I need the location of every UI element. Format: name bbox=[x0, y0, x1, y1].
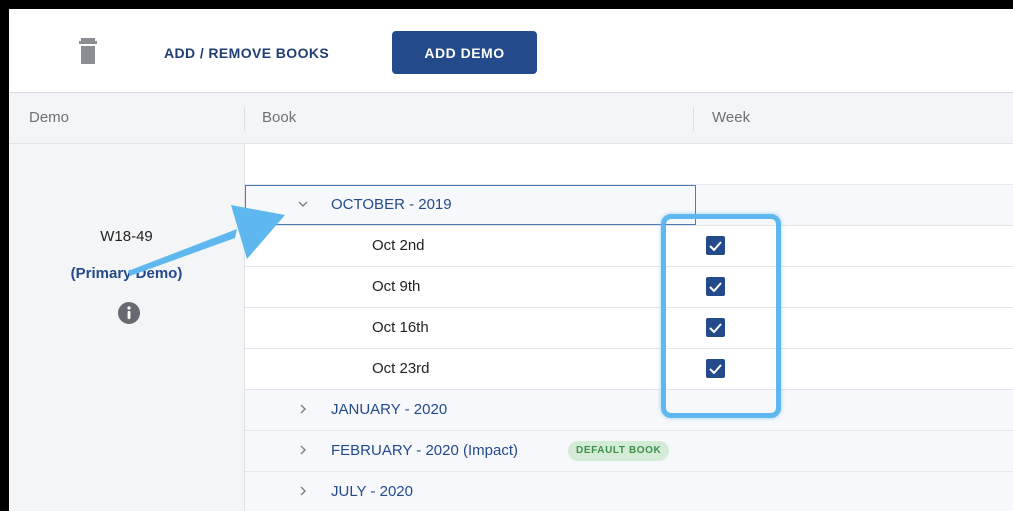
week-label: Oct 9th bbox=[372, 278, 421, 295]
book-group-row[interactable]: JULY - 2020 bbox=[245, 472, 1013, 511]
week-checkbox[interactable] bbox=[706, 236, 725, 255]
week-checkbox[interactable] bbox=[706, 359, 725, 378]
toolbar: ADD / REMOVE BOOKS ADD DEMO bbox=[9, 9, 1013, 93]
week-row: Oct 23rd bbox=[245, 349, 1013, 390]
week-label: Oct 2nd bbox=[372, 237, 425, 254]
chevron-right-icon[interactable] bbox=[297, 444, 309, 456]
column-header-week[interactable]: Week bbox=[712, 109, 750, 126]
chevron-down-icon[interactable] bbox=[297, 198, 309, 210]
checkmark-icon bbox=[709, 281, 722, 292]
chevron-right-icon[interactable] bbox=[297, 485, 309, 497]
demo-name: W18-49 bbox=[100, 228, 153, 245]
week-label: Oct 16th bbox=[372, 319, 429, 336]
checkmark-icon bbox=[709, 322, 722, 333]
week-row: Oct 2nd bbox=[245, 226, 1013, 267]
book-group-label: OCTOBER - 2019 bbox=[331, 196, 452, 213]
column-divider bbox=[244, 107, 245, 131]
week-row: Oct 16th bbox=[245, 308, 1013, 349]
week-checkbox[interactable] bbox=[706, 277, 725, 296]
week-row: Oct 9th bbox=[245, 267, 1013, 308]
demo-cell: W18-49 (Primary Demo) bbox=[9, 144, 245, 511]
book-group-row[interactable]: OCTOBER - 2019 bbox=[245, 185, 1013, 226]
book-group-label: JANUARY - 2020 bbox=[331, 401, 448, 418]
column-header-book[interactable]: Book bbox=[262, 109, 296, 126]
default-book-badge: DEFAULT BOOK bbox=[568, 441, 670, 461]
book-group-label: FEBRUARY - 2020 (Impact) bbox=[331, 442, 519, 459]
column-divider bbox=[693, 107, 694, 131]
book-group-label: JULY - 2020 bbox=[331, 483, 413, 500]
week-label: Oct 23rd bbox=[372, 360, 430, 377]
trash-icon[interactable] bbox=[79, 38, 97, 64]
week-checkbox[interactable] bbox=[706, 318, 725, 337]
checkmark-icon bbox=[709, 240, 722, 251]
column-header-demo[interactable]: Demo bbox=[29, 109, 69, 126]
spacer-row bbox=[245, 144, 1013, 185]
add-remove-books-button[interactable]: ADD / REMOVE BOOKS bbox=[164, 41, 329, 65]
info-icon[interactable] bbox=[118, 302, 140, 324]
table-header: Demo Book Week bbox=[9, 93, 1013, 144]
app-frame: ADD / REMOVE BOOKS ADD DEMO Demo Book We… bbox=[9, 9, 1013, 511]
add-demo-button[interactable]: ADD DEMO bbox=[392, 31, 537, 74]
book-group-row[interactable]: FEBRUARY - 2020 (Impact) DEFAULT BOOK bbox=[245, 431, 1013, 472]
checkmark-icon bbox=[709, 363, 722, 374]
primary-demo-label[interactable]: (Primary Demo) bbox=[9, 265, 244, 282]
chevron-right-icon[interactable] bbox=[297, 403, 309, 415]
book-group-row[interactable]: JANUARY - 2020 bbox=[245, 390, 1013, 431]
